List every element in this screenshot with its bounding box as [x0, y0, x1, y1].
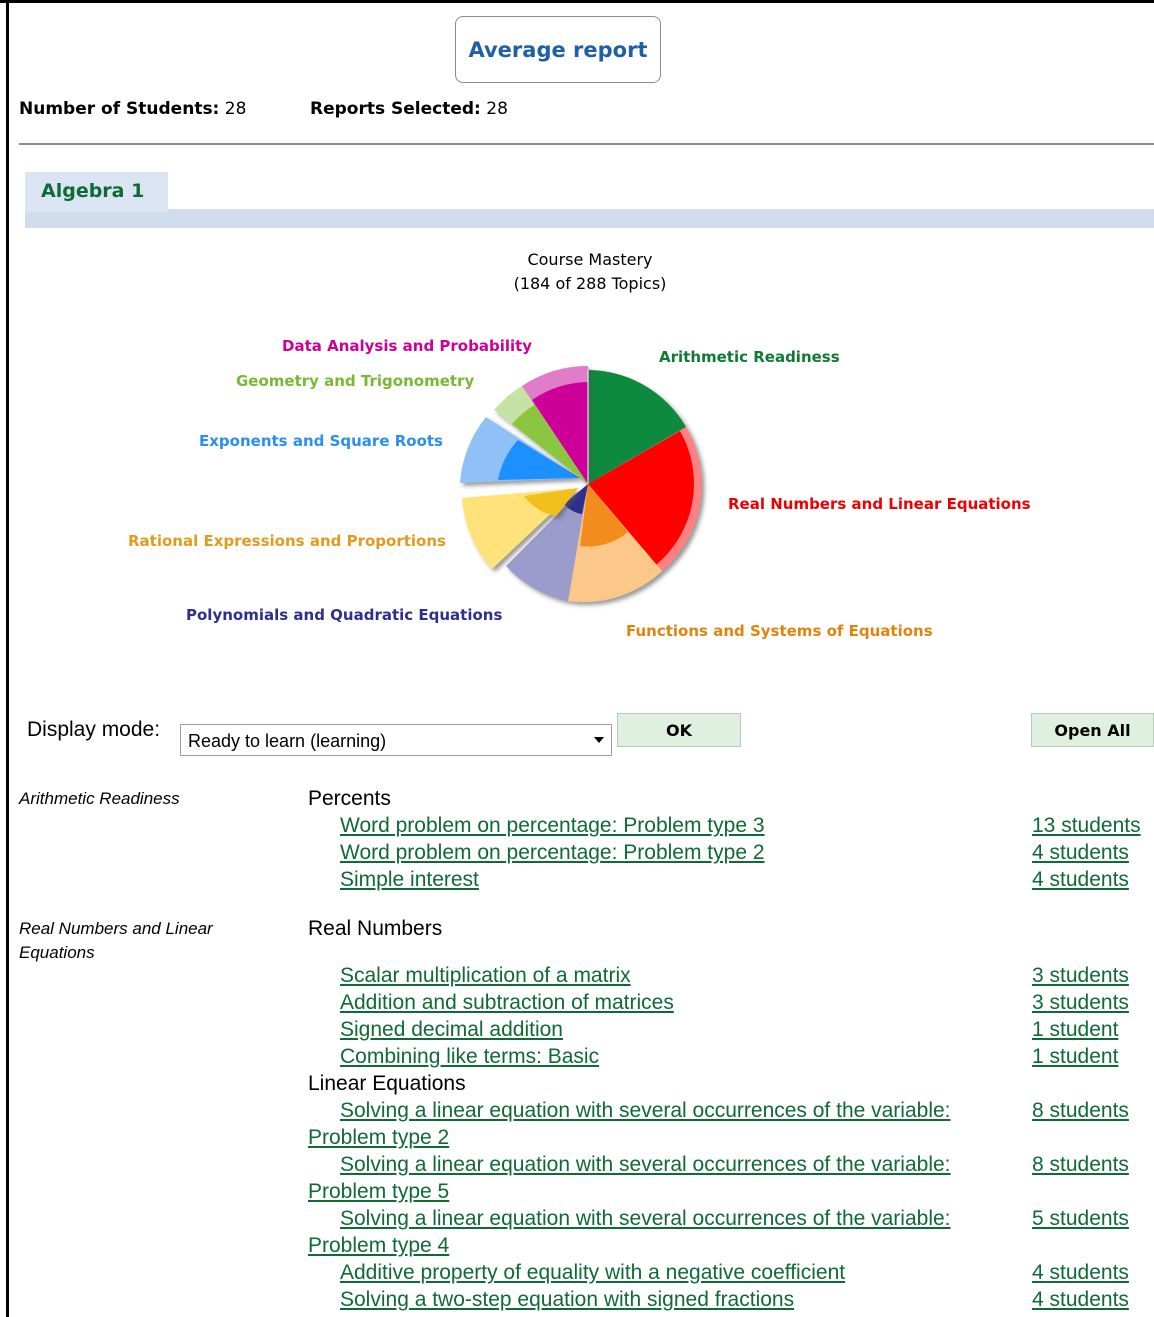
students-link[interactable]: 4 students [1032, 1288, 1129, 1312]
topic-link[interactable]: Combining like terms: Basic [340, 1045, 599, 1069]
students-link[interactable]: 8 students [1032, 1099, 1129, 1123]
group-percents: Percents [308, 787, 391, 810]
label-data-analysis[interactable]: Data Analysis and Probability [282, 337, 532, 355]
display-mode-select[interactable]: Ready to learn (learning) [180, 724, 612, 756]
students-link[interactable]: 5 students [1032, 1207, 1129, 1231]
topic-link-continued[interactable]: Problem type 5 [308, 1180, 449, 1204]
students-link[interactable]: 13 students [1032, 814, 1141, 838]
students-link[interactable]: 1 student [1032, 1045, 1118, 1069]
label-polynomials[interactable]: Polynomials and Quadratic Equations [186, 606, 502, 624]
chevron-down-icon [594, 737, 604, 743]
label-rational[interactable]: Rational Expressions and Proportions [128, 532, 446, 550]
category-real-numbers-linear: Real Numbers and Linear Equations [19, 919, 213, 962]
students-link[interactable]: 4 students [1032, 868, 1129, 892]
topic-link[interactable]: Solving a linear equation with several o… [340, 1153, 951, 1177]
topic-link[interactable]: Scalar multiplication of a matrix [340, 964, 631, 988]
topic-link[interactable]: Additive property of equality with a neg… [340, 1261, 845, 1285]
topic-link[interactable]: Word problem on percentage: Problem type… [340, 814, 765, 838]
open-all-button[interactable]: Open All [1031, 713, 1154, 747]
label-arithmetic-readiness[interactable]: Arithmetic Readiness [659, 348, 840, 366]
students-link[interactable]: 3 students [1032, 964, 1129, 988]
display-mode-label: Display mode: [27, 718, 161, 741]
label-geometry[interactable]: Geometry and Trigonometry [236, 372, 474, 390]
course-mastery-pie-chart[interactable] [0, 0, 1154, 700]
category-arithmetic-readiness: Arithmetic Readiness [19, 789, 180, 808]
students-link[interactable]: 8 students [1032, 1153, 1129, 1177]
topic-link[interactable]: Simple interest [340, 868, 479, 892]
topic-link[interactable]: Solving a linear equation with several o… [340, 1099, 951, 1123]
label-real-numbers[interactable]: Real Numbers and Linear Equations [728, 495, 1031, 513]
topic-link[interactable]: Addition and subtraction of matrices [340, 991, 674, 1015]
ok-button[interactable]: OK [617, 713, 741, 747]
topic-link[interactable]: Solving a linear equation with several o… [340, 1207, 951, 1231]
label-functions[interactable]: Functions and Systems of Equations [626, 622, 933, 640]
students-link[interactable]: 1 student [1032, 1018, 1118, 1042]
students-link[interactable]: 4 students [1032, 841, 1129, 865]
topic-link[interactable]: Word problem on percentage: Problem type… [340, 841, 765, 865]
topic-link[interactable]: Signed decimal addition [340, 1018, 563, 1042]
topic-link-continued[interactable]: Problem type 4 [308, 1234, 449, 1258]
students-link[interactable]: 3 students [1032, 991, 1129, 1015]
students-link[interactable]: 4 students [1032, 1261, 1129, 1285]
group-linear-equations: Linear Equations [308, 1072, 466, 1095]
group-real-numbers: Real Numbers [308, 917, 443, 940]
display-mode-value: Ready to learn (learning) [188, 731, 387, 751]
topic-link-continued[interactable]: Problem type 2 [308, 1126, 449, 1150]
label-exponents[interactable]: Exponents and Square Roots [199, 432, 443, 450]
topic-link[interactable]: Solving a two-step equation with signed … [340, 1288, 794, 1312]
